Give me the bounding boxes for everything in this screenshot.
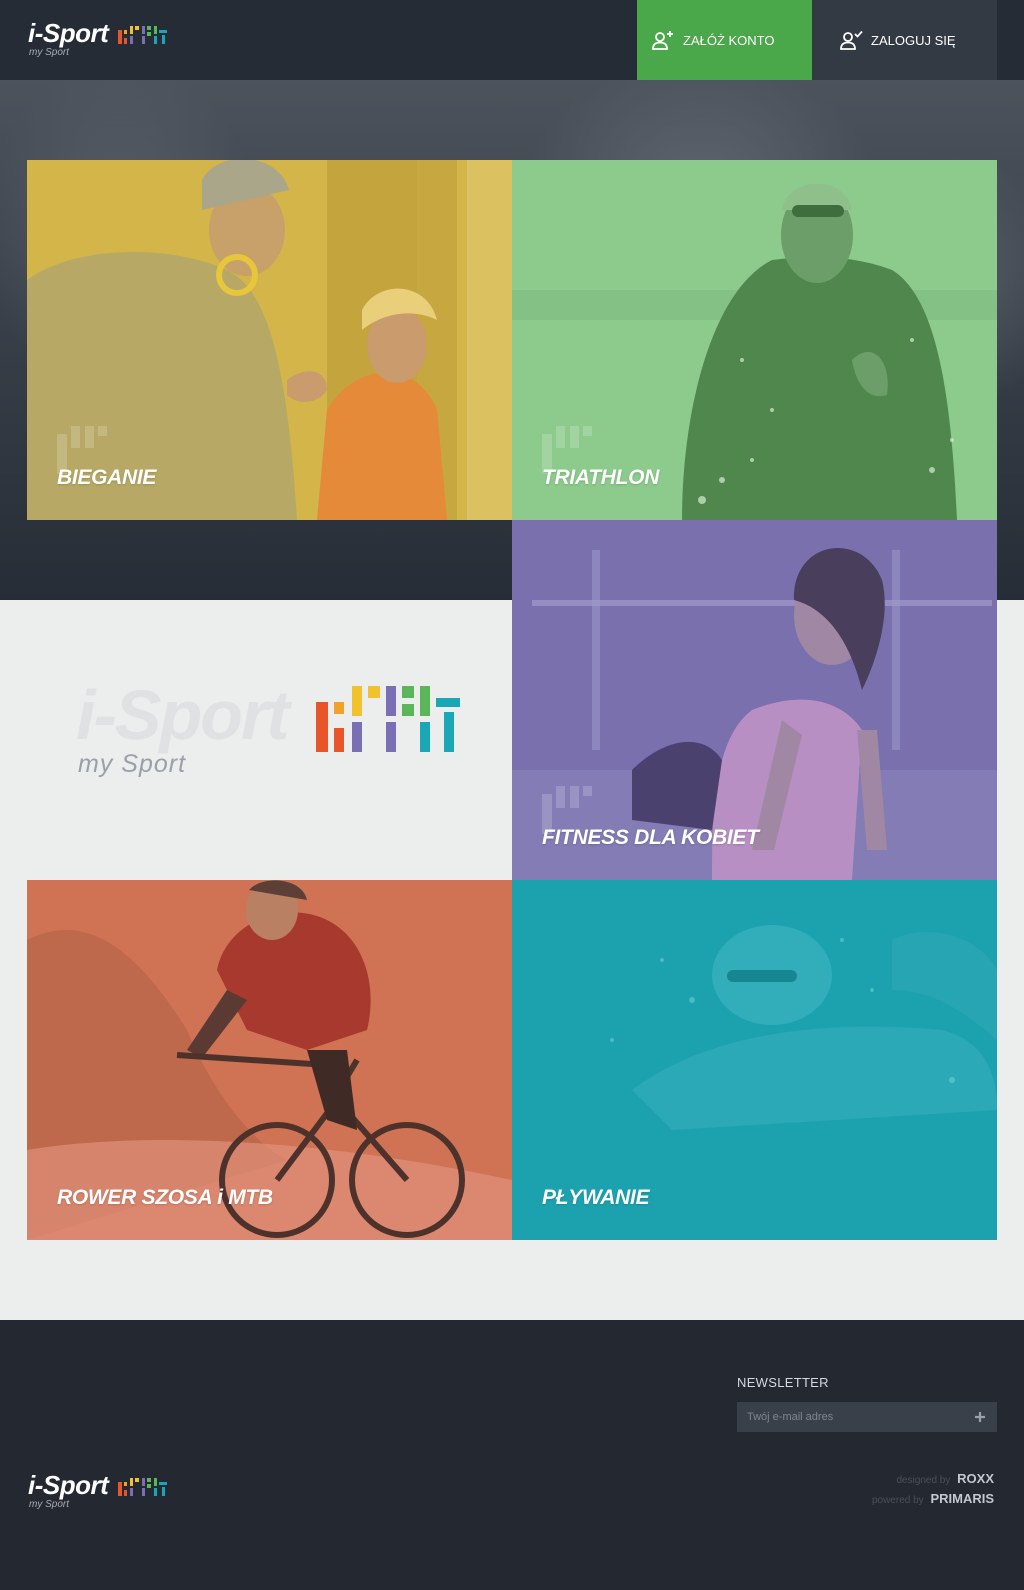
site-header: i-Sport my Sport ZAŁÓŻ KONTO ZALOGUJ SIĘ <box>0 0 1024 80</box>
newsletter-submit-button[interactable] <box>963 1402 997 1432</box>
user-plus-icon <box>652 31 673 50</box>
footer-logo[interactable]: i-Sport my Sport <box>28 1470 178 1514</box>
logo-tagline: my Sport <box>29 1499 70 1510</box>
newsletter-email-input[interactable] <box>737 1402 997 1432</box>
category-tile-bike[interactable]: ROWER SZOSA i MTB <box>27 880 512 1240</box>
site-footer: NEWSLETTER i-Sport my Sport designed <box>0 1320 1024 1590</box>
category-tile-swimming[interactable]: PŁYWANIE <box>512 880 997 1240</box>
tile-label: FITNESS DLA KOBIET <box>542 826 759 849</box>
brand-block: i-Sport my Sport <box>0 600 512 880</box>
isport-bars-logo-icon <box>118 1478 167 1496</box>
newsletter-title: NEWSLETTER <box>737 1375 829 1390</box>
category-tile-triathlon[interactable]: TRIATHLON <box>512 160 997 520</box>
register-button[interactable]: ZAŁÓŻ KONTO <box>637 0 812 80</box>
powered-by-label: powered by <box>871 1495 924 1506</box>
brand-wordmark: i-Sport <box>76 676 290 754</box>
login-button-label: ZALOGUJ SIĘ <box>871 32 956 48</box>
tile-label: TRIATHLON <box>542 466 660 489</box>
isport-bars-logo-icon <box>316 686 460 752</box>
user-check-icon <box>840 30 863 50</box>
logo-tagline: my Sport <box>29 47 70 58</box>
tile-label: BIEGANIE <box>57 466 157 489</box>
designed-by-link[interactable]: ROXX <box>957 1471 994 1486</box>
logo-wordmark: i-Sport <box>28 1470 109 1500</box>
designed-by-label: designed by <box>896 1475 951 1486</box>
site-logo[interactable]: i-Sport my Sport <box>28 18 178 62</box>
powered-by-link[interactable]: PRIMARIS <box>930 1491 994 1506</box>
category-tile-running[interactable]: BIEGANIE <box>27 160 512 520</box>
plus-icon <box>975 1412 985 1422</box>
category-tile-fitness[interactable]: FITNESS DLA KOBIET <box>512 520 997 880</box>
tile-label: PŁYWANIE <box>542 1186 650 1209</box>
powered-by-row: powered by PRIMARIS <box>872 1490 994 1510</box>
register-button-label: ZAŁÓŻ KONTO <box>683 32 775 48</box>
designed-by-row: designed by ROXX <box>872 1470 994 1490</box>
tile-label: ROWER SZOSA i MTB <box>57 1186 273 1209</box>
isport-bars-logo-icon <box>118 26 167 44</box>
logo-wordmark: i-Sport <box>28 18 109 48</box>
brand-tagline: my Sport <box>78 750 187 778</box>
footer-credits: designed by ROXX powered by PRIMARIS <box>872 1470 994 1510</box>
login-button[interactable]: ZALOGUJ SIĘ <box>812 0 997 80</box>
